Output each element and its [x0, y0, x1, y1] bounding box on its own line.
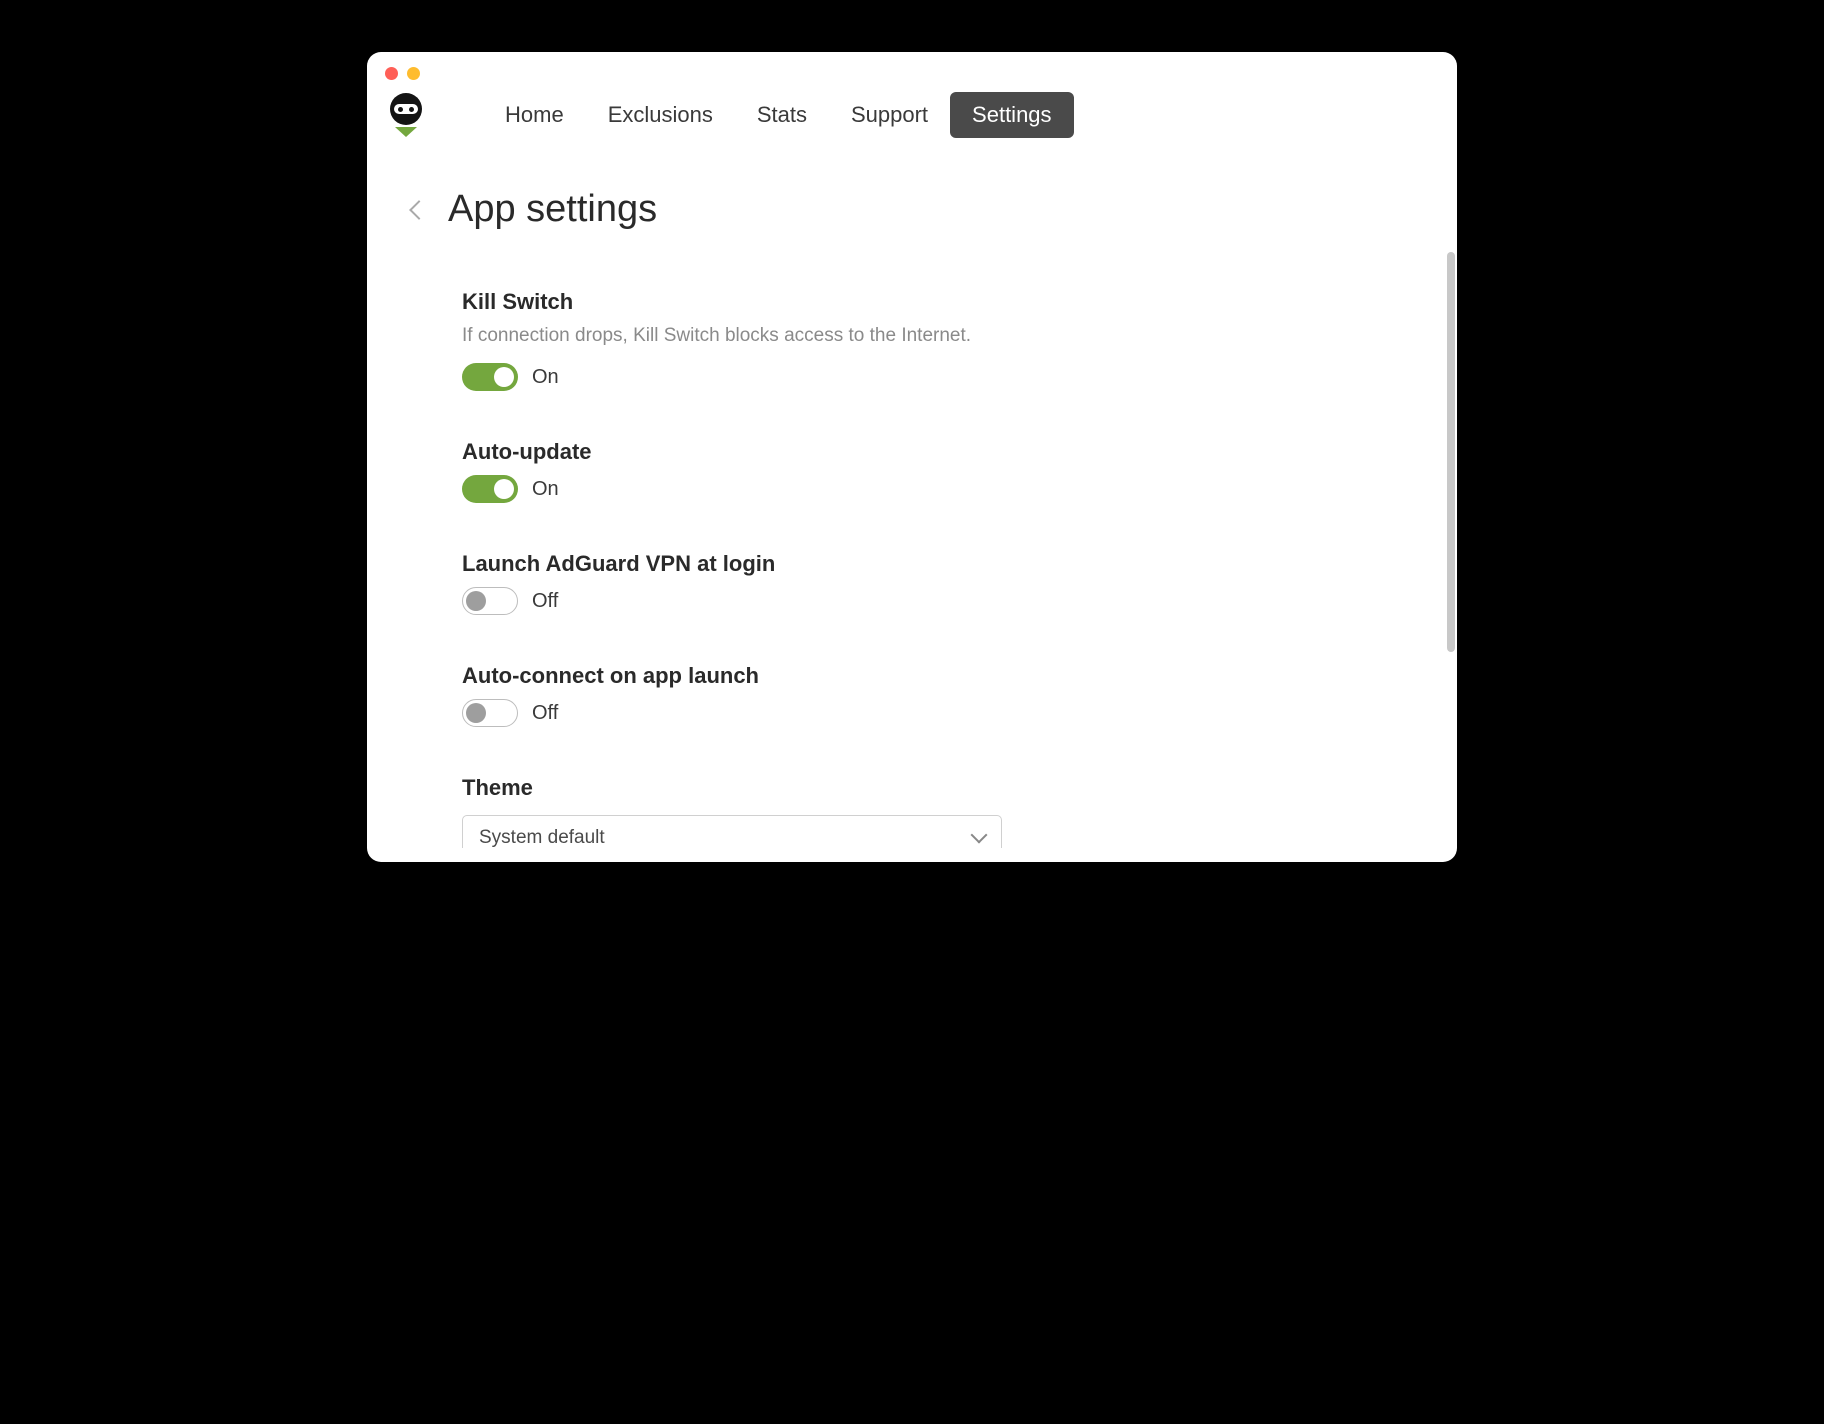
theme-select[interactable]: System default — [462, 815, 1002, 848]
back-icon[interactable] — [409, 200, 429, 220]
toggle-state-label: On — [532, 478, 559, 501]
setting-description: If connection drops, Kill Switch blocks … — [462, 325, 1397, 347]
titlebar — [367, 52, 1457, 80]
page-header: App settings — [412, 188, 1397, 231]
nav-support[interactable]: Support — [829, 92, 950, 138]
setting-launch-at-login: Launch AdGuard VPN at login Off — [462, 551, 1397, 615]
toggle-state-label: Off — [532, 702, 558, 725]
launch-at-login-toggle[interactable] — [462, 587, 518, 615]
toggle-state-label: Off — [532, 590, 558, 613]
setting-title: Auto-update — [462, 439, 1397, 465]
setting-auto-connect: Auto-connect on app launch Off — [462, 663, 1397, 727]
setting-kill-switch: Kill Switch If connection drops, Kill Sw… — [462, 289, 1397, 391]
app-window: Home Exclusions Stats Support Settings A… — [367, 52, 1457, 862]
nav-exclusions[interactable]: Exclusions — [586, 92, 735, 138]
nav-stats[interactable]: Stats — [735, 92, 829, 138]
setting-title: Kill Switch — [462, 289, 1397, 315]
setting-auto-update: Auto-update On — [462, 439, 1397, 503]
nav-settings[interactable]: Settings — [950, 92, 1074, 138]
app-logo-icon — [387, 93, 425, 137]
toggle-state-label: On — [532, 366, 559, 389]
setting-title: Theme — [462, 775, 1397, 801]
scrollbar[interactable] — [1447, 252, 1455, 652]
page-title: App settings — [448, 188, 657, 231]
setting-theme: Theme System default — [462, 775, 1397, 848]
theme-select-value: System default — [479, 827, 605, 848]
content-area: App settings Kill Switch If connection d… — [367, 138, 1457, 848]
setting-title: Launch AdGuard VPN at login — [462, 551, 1397, 577]
top-nav: Home Exclusions Stats Support Settings — [367, 80, 1457, 138]
setting-title: Auto-connect on app launch — [462, 663, 1397, 689]
chevron-down-icon — [971, 827, 988, 844]
nav-home[interactable]: Home — [483, 92, 586, 138]
auto-update-toggle[interactable] — [462, 475, 518, 503]
window-minimize-button[interactable] — [407, 67, 420, 80]
window-close-button[interactable] — [385, 67, 398, 80]
auto-connect-toggle[interactable] — [462, 699, 518, 727]
kill-switch-toggle[interactable] — [462, 363, 518, 391]
